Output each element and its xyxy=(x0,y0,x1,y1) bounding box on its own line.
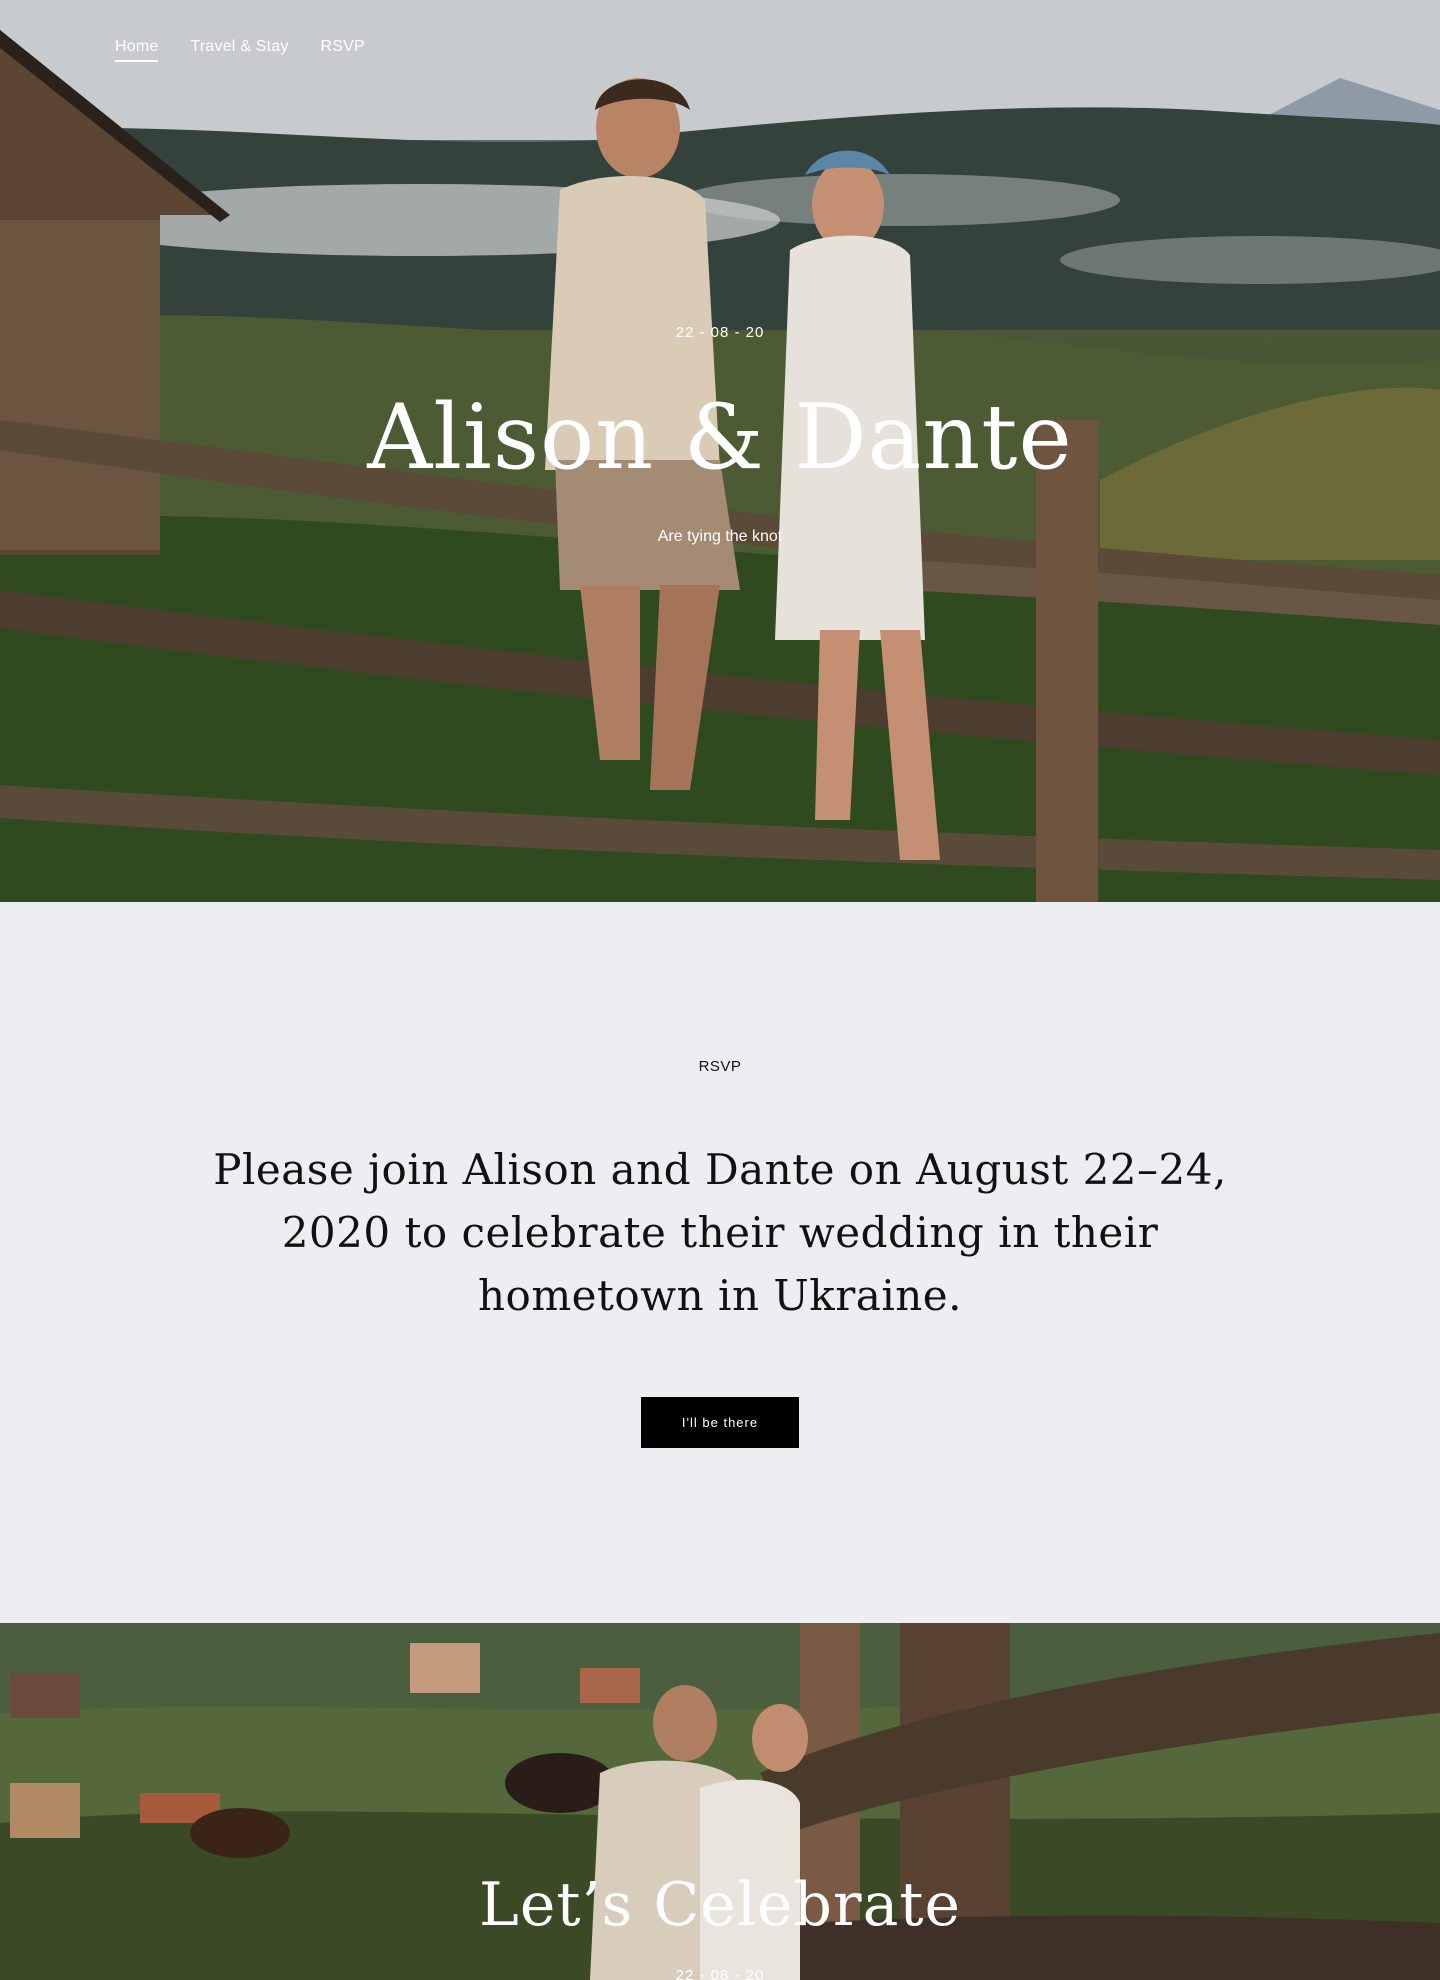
celebrate-title: Let’s Celebrate xyxy=(479,1870,961,1940)
hero-title: Alison & Dante xyxy=(367,385,1073,490)
hero-subtitle: Are tying the knot xyxy=(657,528,783,545)
nav-travel-stay-link[interactable]: Travel & Stay xyxy=(190,38,288,62)
nav-home-link[interactable]: Home xyxy=(115,38,159,62)
celebrate-section: Let’s Celebrate 22 - 08 - 20 xyxy=(0,1623,1440,1980)
celebrate-date: 22 - 08 - 20 xyxy=(675,1967,765,1980)
rsvp-invitation-text: Please join Alison and Dante on August 2… xyxy=(213,1145,1227,1320)
rsvp-section: RSVP Please join Alison and Dante on Aug… xyxy=(0,902,1440,1623)
rsvp-label: RSVP xyxy=(698,1058,742,1075)
hero-date: 22 - 08 - 20 xyxy=(675,324,765,341)
nav-rsvp-link[interactable]: RSVP xyxy=(321,38,365,62)
main-nav: Home Travel & Stay RSVP xyxy=(115,38,365,62)
hero-section: Home Travel & Stay RSVP 22 - 08 - 20 Ali… xyxy=(0,0,1440,902)
rsvp-button[interactable]: I'll be there xyxy=(641,1397,799,1448)
